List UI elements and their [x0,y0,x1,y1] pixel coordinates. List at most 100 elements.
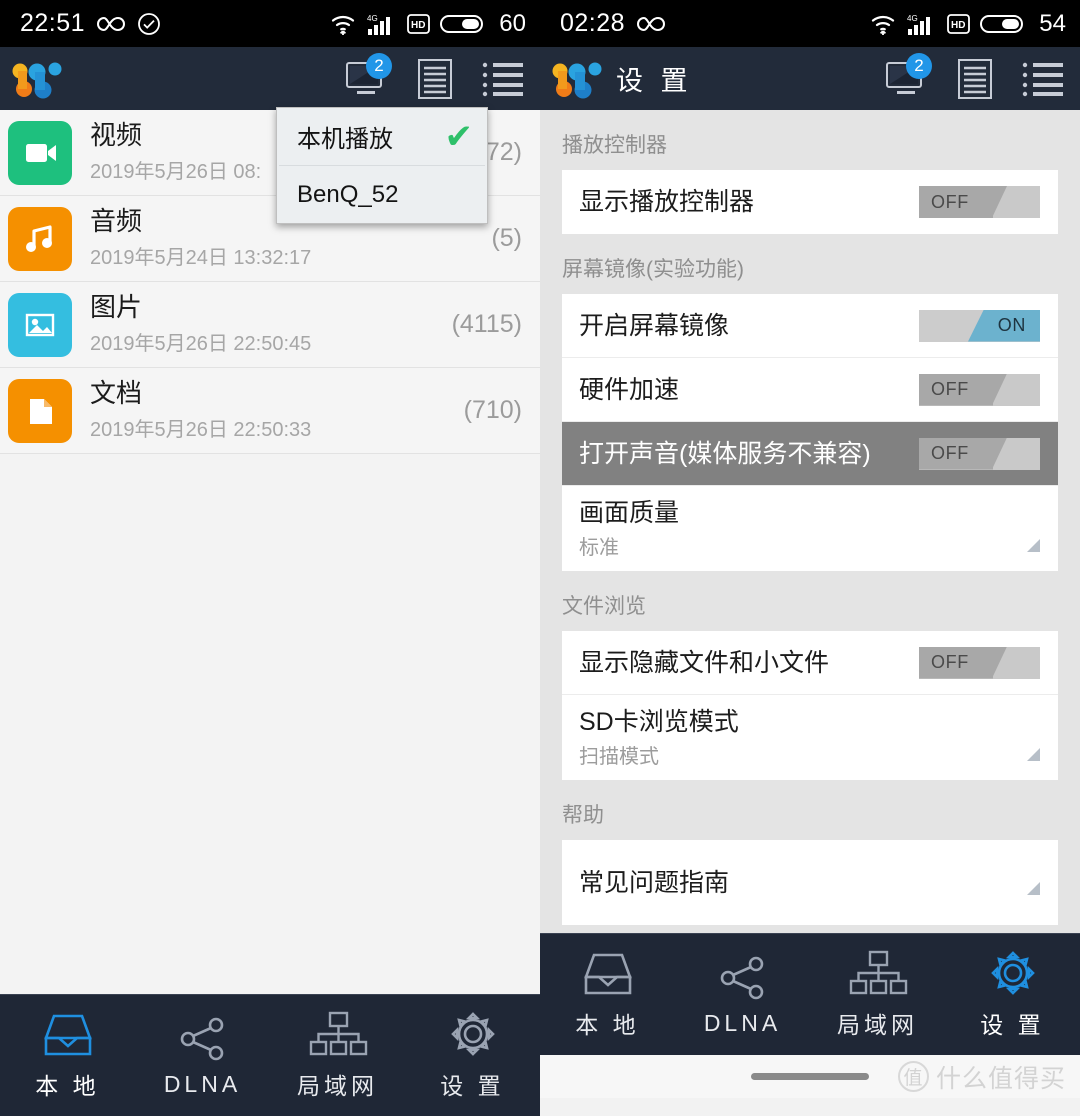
share-icon [180,1017,223,1060]
setting-title: SD卡浏览模式 [579,707,739,736]
gesture-bar[interactable] [751,1073,869,1080]
infinity-icon [636,14,666,34]
cast-target-popup-menu[interactable]: 本机播放 ✔ BenQ_52 [276,107,488,224]
battery-icon [980,12,1027,36]
setting-row-hardware-acceleration[interactable]: 硬件加速 OFF [562,358,1058,422]
battery-level: 60 [499,9,526,37]
section-header: 帮助 [562,804,604,827]
expand-triangle-icon [1027,882,1040,895]
popup-item-label: BenQ_52 [297,180,399,208]
cast-badge-count: 2 [366,52,392,79]
watermark: 值 什么值得买 [897,1059,1066,1095]
list-item-text: 图片 2019年5月26日 22:50:45 [90,291,444,356]
check-circle-icon [137,12,161,36]
nav-item-dlna[interactable]: DLNA [675,934,810,1055]
cast-screen-icon[interactable]: 2 [884,52,932,101]
app-logo [10,59,62,99]
watermark-badge: 值 [897,1061,929,1092]
document-list-icon[interactable] [412,57,458,101]
settings-card: 显示隐藏文件和小文件 OFF SD卡浏览模式 扫描模式 [562,631,1058,780]
list-item-title: 图片 [90,291,143,322]
toggle-switch[interactable]: OFF [919,373,1040,406]
list-item-date: 2019年5月26日 22:50:45 [90,333,312,356]
document-icon [8,378,72,443]
setting-title: 打开声音(媒体服务不兼容) [579,439,871,468]
bottom-nav-right: 本 地 DLNA 局域网 设 置 [540,933,1080,1055]
wifi-icon [871,12,898,36]
app-bar-title-right: 设 置 [616,66,693,96]
toggle-state-label: OFF [931,379,969,399]
setting-row-faq-guide[interactable]: 常见问题指南 [562,840,1058,925]
list-view-icon[interactable] [480,57,526,101]
list-item-date: 2019年5月26日 22:50:33 [90,419,312,442]
left-phone-panel: 22:51 4G HD 60 2 本机播放 ✔ BenQ_52 视频 2019年… [0,0,540,1116]
status-time: 22:51 [20,9,86,37]
toggle-state-label: OFF [931,191,969,212]
setting-row-text: 画面质量 标准 [579,498,1027,560]
status-bar-left: 22:51 4G HD 60 [0,0,540,47]
app-logo [550,59,602,99]
settings-card: 显示播放控制器 OFF [562,170,1058,234]
document-list-icon[interactable] [952,57,998,101]
gear-icon [450,1012,495,1056]
right-phone-panel: 02:28 4G HD 54 设 置 2 播放控制器 显示播放控制器 OFF 屏… [540,0,1080,1116]
svg-text:4G: 4G [367,14,378,23]
nav-label: 设 置 [980,1012,1045,1038]
setting-value: 标准 [579,536,619,559]
setting-row-show-hidden-files[interactable]: 显示隐藏文件和小文件 OFF [562,631,1058,695]
settings-list: 播放控制器 显示播放控制器 OFF 屏幕镜像(实验功能) 开启屏幕镜像 ON 硬… [540,110,1080,933]
app-bar-icons-right: 2 [884,52,1066,101]
list-item-count: (710) [463,396,522,424]
setting-row-enable-screen-mirroring[interactable]: 开启屏幕镜像 ON [562,294,1058,358]
nav-label: 本 地 [575,1012,640,1038]
nav-item-local[interactable]: 本 地 [0,995,135,1116]
share-icon [720,956,763,999]
setting-value: 扫描模式 [579,745,659,768]
nav-item-local[interactable]: 本 地 [540,934,675,1055]
wifi-icon [331,12,358,36]
setting-title: 显示隐藏文件和小文件 [579,648,830,677]
setting-row-enable-sound[interactable]: 打开声音(媒体服务不兼容) OFF [562,422,1058,486]
list-item-document[interactable]: 文档 2019年5月26日 22:50:33 (710) [0,368,540,454]
nav-label: DLNA [163,1070,242,1097]
signal-4g-icon: 4G [907,12,937,36]
popup-item-local-playback[interactable]: 本机播放 ✔ [277,108,487,165]
setting-title: 常见问题指南 [579,868,730,897]
hd-icon: HD [406,12,431,36]
list-item-count: (5) [491,224,522,252]
inbox-icon [583,953,632,995]
nav-item-lan[interactable]: 局域网 [810,934,945,1055]
list-view-icon[interactable] [1020,57,1066,101]
nav-label: 本 地 [35,1073,100,1099]
setting-title: 硬件加速 [579,375,680,404]
nav-item-lan[interactable]: 局域网 [270,995,405,1116]
settings-card: 开启屏幕镜像 ON 硬件加速 OFF 打开声音(媒体服务不兼容) OFF 画面质… [562,294,1058,571]
list-item-count: (4115) [451,310,522,338]
status-time: 02:28 [560,9,626,37]
video-icon [8,120,72,185]
list-item-text: 文档 2019年5月26日 22:50:33 [90,378,456,442]
setting-row-picture-quality[interactable]: 画面质量 标准 [562,486,1058,571]
setting-title: 开启屏幕镜像 [579,311,730,340]
cast-screen-icon[interactable]: 2 [344,52,392,101]
bottom-nav-left: 本 地 DLNA 局域网 设 置 [0,994,540,1116]
nav-item-settings[interactable]: 设 置 [945,934,1080,1055]
nav-item-dlna[interactable]: DLNA [135,995,270,1116]
setting-row-sd-browse-mode[interactable]: SD卡浏览模式 扫描模式 [562,695,1058,780]
toggle-switch[interactable]: ON [919,309,1040,342]
battery-level: 54 [1039,9,1066,37]
app-bar-left: 2 [0,47,540,110]
svg-text:4G: 4G [907,14,918,23]
nav-item-settings[interactable]: 设 置 [405,995,540,1116]
list-item-image[interactable]: 图片 2019年5月26日 22:50:45 (4115) [0,282,540,368]
toggle-state-label: ON [997,315,1026,335]
popup-item-benq-52[interactable]: BenQ_52 [277,166,487,223]
toggle-switch[interactable]: OFF [919,646,1040,679]
setting-row-show-playback-controller[interactable]: 显示播放控制器 OFF [562,170,1058,234]
image-icon [8,292,72,357]
nav-label: 局域网 [837,1012,918,1038]
toggle-switch[interactable]: OFF [919,186,1040,218]
toggle-switch[interactable]: OFF [919,437,1040,470]
audio-icon [8,206,72,271]
network-icon [309,1011,367,1056]
